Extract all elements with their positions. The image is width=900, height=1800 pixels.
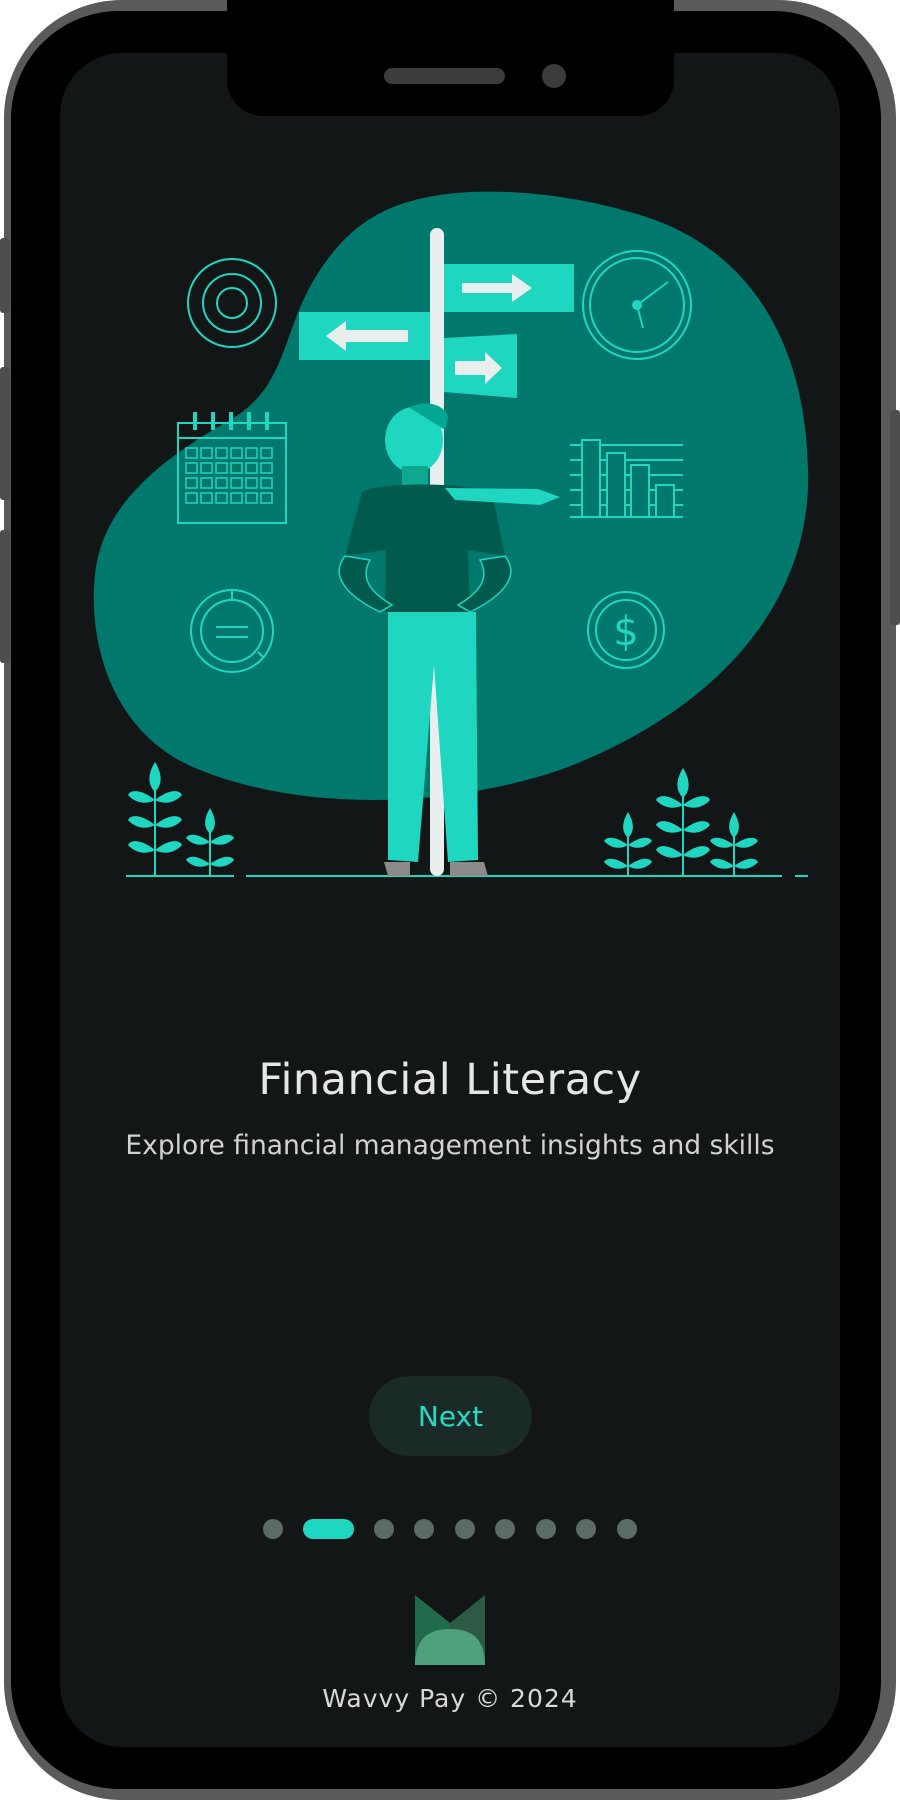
page-dot[interactable]	[617, 1519, 637, 1539]
onboarding-title: Financial Literacy	[258, 1055, 642, 1105]
onboarding-subtitle: Explore financial management insights an…	[125, 1130, 775, 1161]
page-dot[interactable]	[576, 1519, 596, 1539]
footer-copyright: Wavvy Pay © 2024	[322, 1684, 578, 1713]
plant	[128, 762, 234, 876]
page-dot[interactable]	[414, 1519, 434, 1539]
target-icon	[187, 258, 277, 348]
page-dot[interactable]	[374, 1519, 394, 1539]
page-dot-active[interactable]	[303, 1519, 354, 1539]
svg-text:$: $	[613, 609, 638, 655]
next-button[interactable]: Next	[369, 1376, 532, 1456]
plant	[604, 768, 758, 876]
page-dot[interactable]	[536, 1519, 556, 1539]
page-dot[interactable]	[495, 1519, 515, 1539]
page-dot[interactable]	[455, 1519, 475, 1539]
wavvy-pay-logo	[415, 1595, 485, 1665]
onboarding-illustration: $	[93, 191, 809, 877]
page-dot[interactable]	[263, 1519, 283, 1539]
